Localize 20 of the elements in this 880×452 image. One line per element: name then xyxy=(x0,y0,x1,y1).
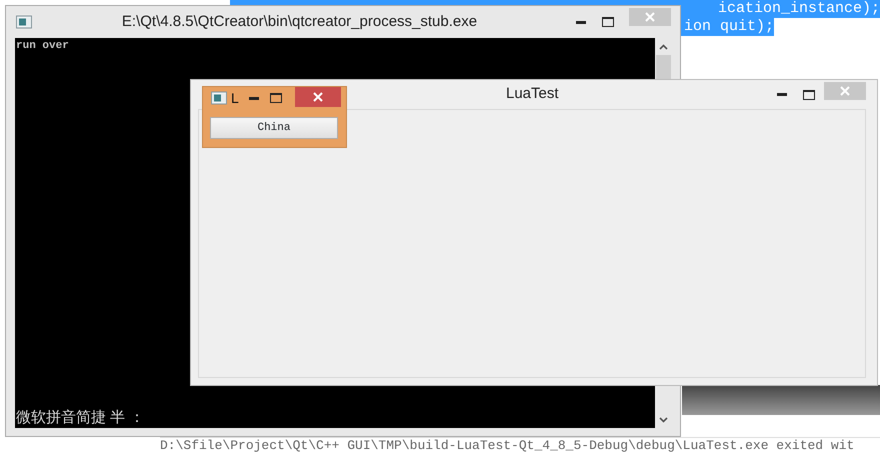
close-icon xyxy=(645,12,655,22)
maximize-icon xyxy=(802,90,814,100)
maximize-icon xyxy=(270,93,282,103)
window-icon xyxy=(16,15,32,29)
minimize-icon xyxy=(248,96,259,100)
close-icon xyxy=(840,86,850,96)
close-icon xyxy=(313,92,323,102)
scroll-down-icon xyxy=(659,416,668,422)
minimize-icon xyxy=(576,20,586,24)
maximize-icon xyxy=(602,17,614,27)
ime-status: 微软拼音简捷 半 ： xyxy=(16,409,146,428)
window-icon xyxy=(211,91,227,105)
scroll-up-icon xyxy=(659,44,668,50)
china-button[interactable]: China xyxy=(210,117,338,139)
window-title: LuaTest xyxy=(506,84,559,104)
close-button[interactable] xyxy=(295,87,341,107)
console-line: run over xyxy=(16,40,70,52)
window-title: L xyxy=(231,88,239,108)
scroll-thumb[interactable] xyxy=(656,55,671,79)
minimize-icon xyxy=(776,93,786,96)
